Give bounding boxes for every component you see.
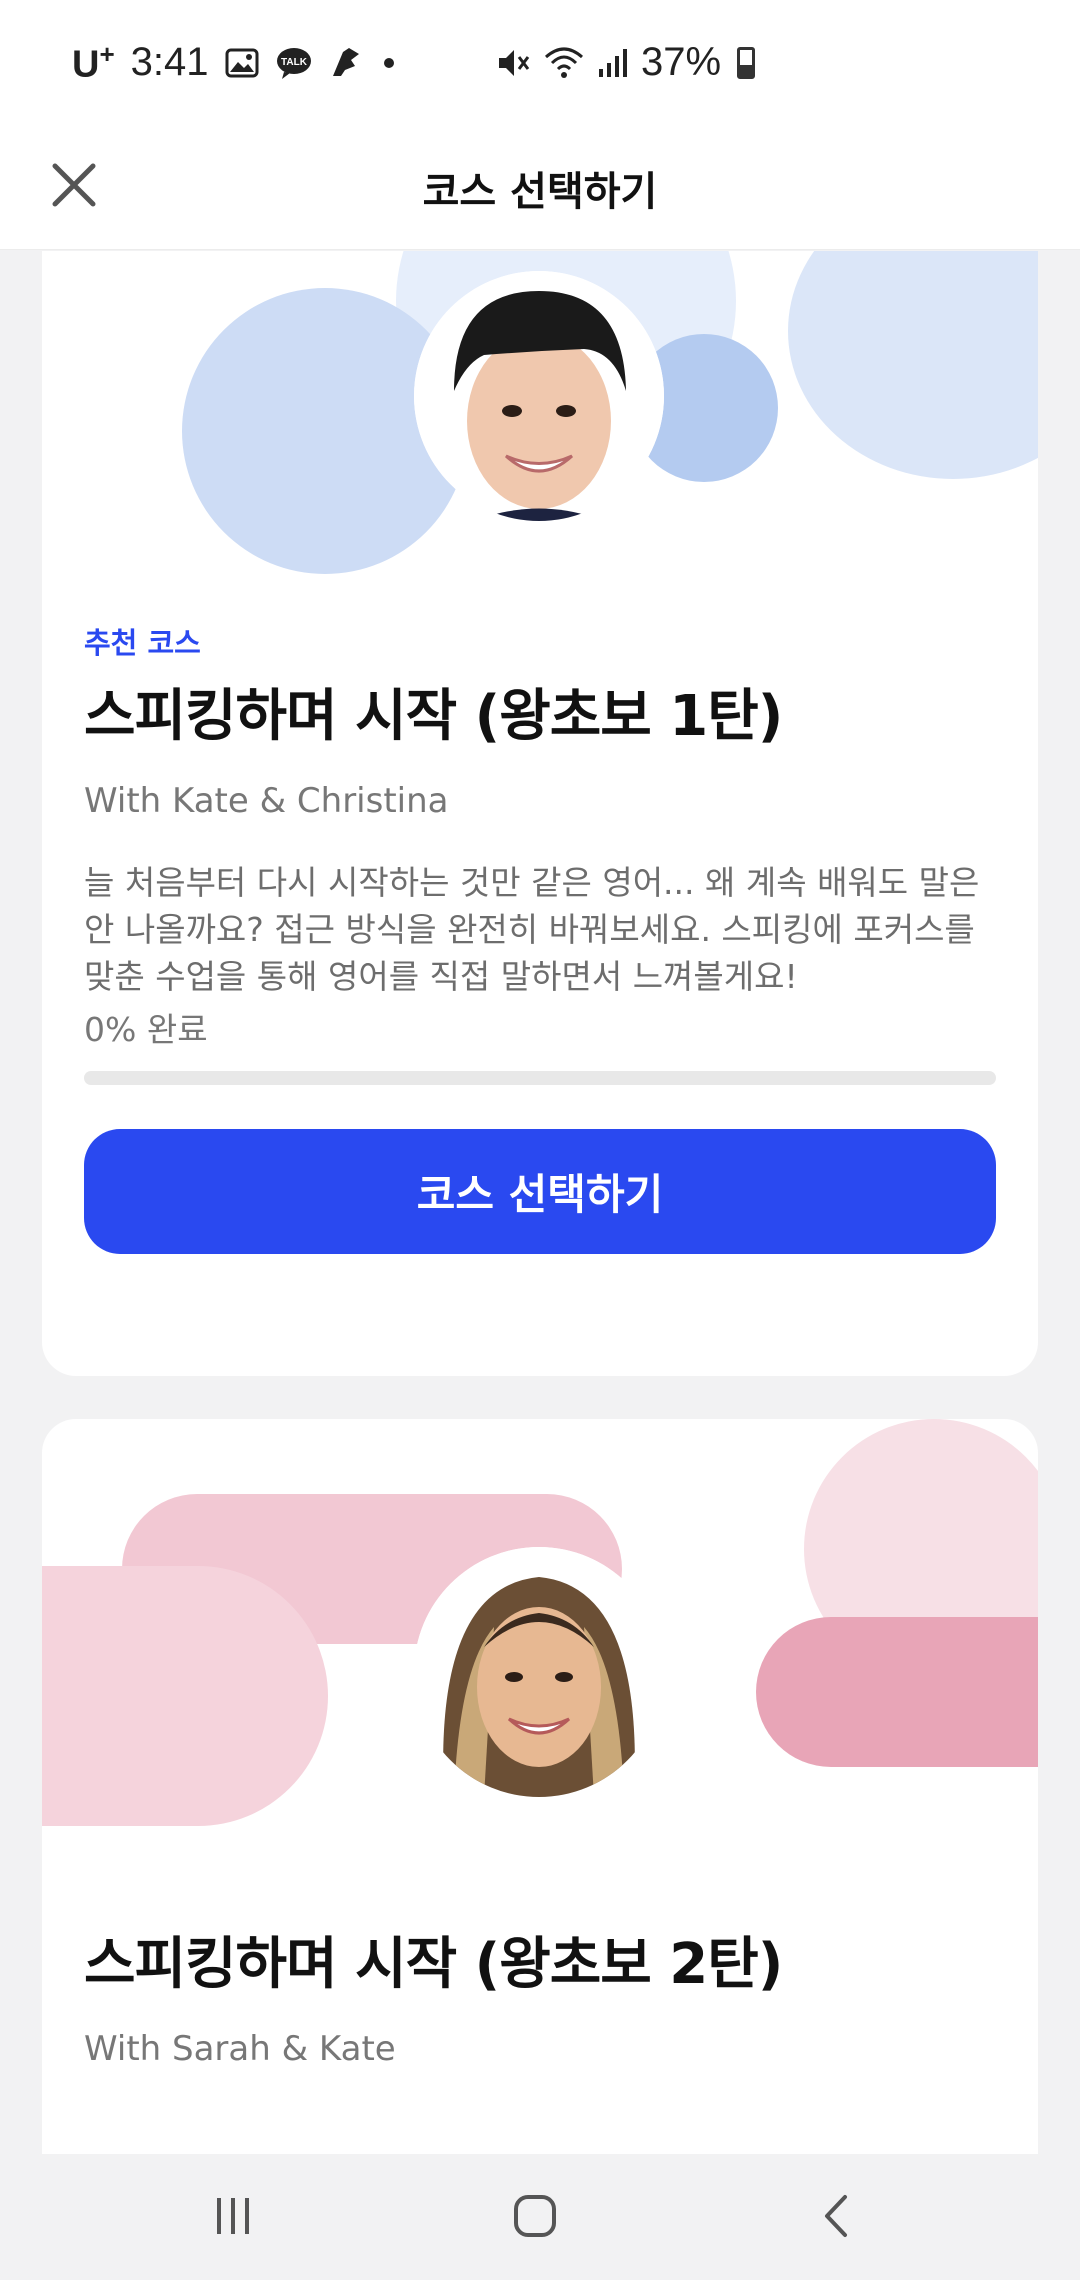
back-icon [825,2195,847,2237]
recent-apps-button[interactable] [188,2176,278,2256]
page-title: 코스 선택하기 [422,168,658,215]
decorative-shape [756,1617,1038,1767]
svg-text:TALK: TALK [281,57,308,68]
top-app-bar: 코스 선택하기 [0,125,1080,250]
teacher-avatar [414,1547,664,1797]
course-teachers: With Sarah & Kate [84,2029,396,2069]
course-hero-image [42,1419,1038,1839]
app-notification-icon [329,46,363,80]
battery-percent: 37% [641,40,722,84]
status-right: 37% [495,0,756,125]
system-nav-bar [0,2154,1080,2280]
close-icon [52,163,96,207]
course-teachers: With Kate & Christina [84,781,449,821]
back-button[interactable] [792,2176,882,2256]
home-button[interactable] [490,2176,580,2256]
select-course-button[interactable]: 코스 선택하기 [84,1129,996,1254]
wifi-icon [543,45,585,81]
mute-icon [495,45,531,81]
kakaotalk-icon: TALK [275,46,313,80]
teacher-avatar [414,271,664,521]
gallery-icon [225,48,259,78]
recommended-badge: 추천 코스 [84,626,201,660]
signal-icon [597,47,629,79]
recent-apps-icon [217,2198,249,2234]
home-icon [514,2195,556,2237]
status-time: 3:41 [130,40,209,84]
status-bar: U+ 3:41 TALK 37% [0,0,1080,125]
close-button[interactable] [44,155,104,215]
carrier-label: U+ [72,38,115,86]
progress-bar [84,1071,996,1085]
course-hero-image [42,251,1038,591]
more-notifications-icon [379,53,399,73]
decorative-circle [788,251,1038,479]
battery-icon [737,46,756,79]
course-list[interactable]: 추천 코스 스피킹하며 시작 (왕초보 1탄) With Kate & Chri… [0,251,1080,2154]
course-card: 추천 코스 스피킹하며 시작 (왕초보 1탄) With Kate & Chri… [42,251,1038,1376]
progress-label: 0% 완료 [84,1010,208,1049]
decorative-shape [42,1566,328,1826]
course-description: 늘 처음부터 다시 시작하는 것만 같은 영어... 왜 계속 배워도 말은 안… [84,863,980,996]
status-left: U+ 3:41 TALK [72,39,399,87]
course-card: 스피킹하며 시작 (왕초보 2탄) With Sarah & Kate [42,1419,1038,2154]
course-title: 스피킹하며 시작 (왕초보 2탄) [84,1932,783,1997]
course-title: 스피킹하며 시작 (왕초보 1탄) [84,684,783,749]
